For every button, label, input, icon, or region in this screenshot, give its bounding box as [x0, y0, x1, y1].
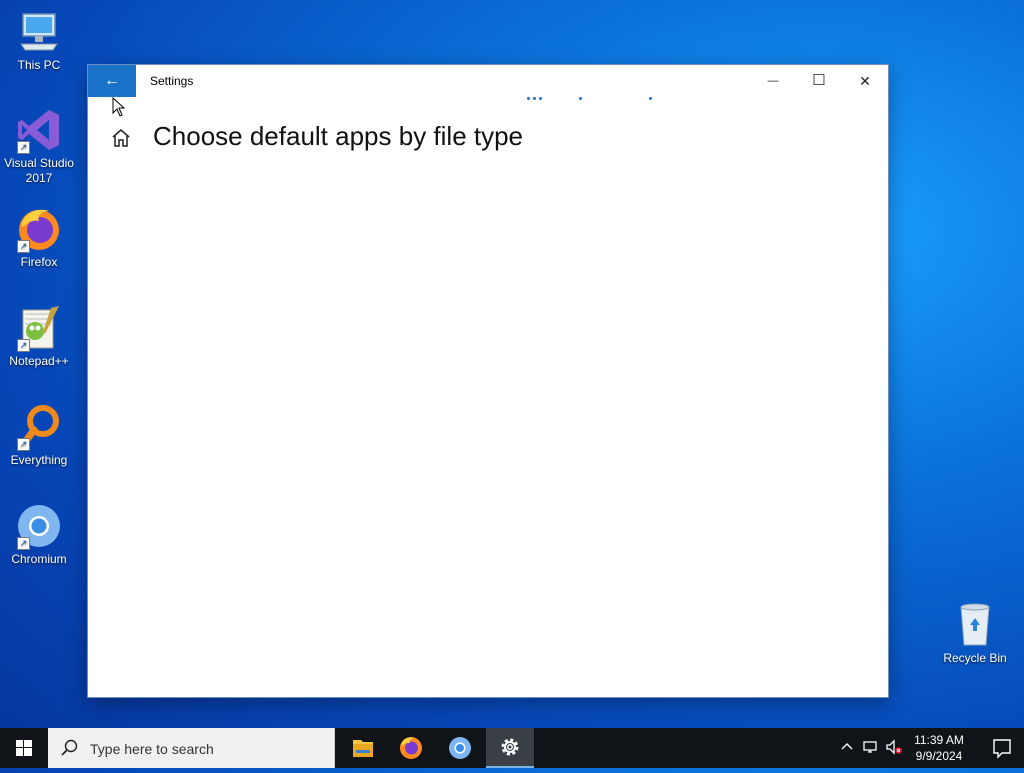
taskbar: 11:39 AM 9/9/2024 — [0, 728, 1024, 768]
taskbar-chromium[interactable] — [436, 728, 484, 768]
desktop-icon-chromium[interactable]: ↗ Chromium — [1, 502, 77, 567]
loading-dot — [539, 97, 542, 100]
desktop-icon-everything[interactable]: ↗ Everything — [1, 403, 77, 468]
desktop-icon-label: Chromium — [11, 552, 67, 566]
settings-window: ← Settings — ☐ ✕ Choose default apps by … — [88, 65, 888, 697]
desktop-icon-label: This PC — [17, 58, 61, 72]
window-title: Settings — [150, 74, 194, 88]
desktop-icon-label: Everything — [10, 453, 68, 467]
desktop-icon-label: Visual Studio 2017 — [4, 156, 74, 185]
desktop-icon-firefox[interactable]: ↗ Firefox — [1, 205, 77, 270]
clock-time: 11:39 AM — [914, 733, 964, 747]
mouse-cursor-icon — [112, 96, 126, 122]
start-button[interactable] — [0, 728, 48, 768]
notification-icon — [993, 739, 1011, 759]
action-center-button[interactable] — [980, 728, 1024, 768]
search-input[interactable] — [88, 738, 322, 760]
home-icon[interactable] — [110, 127, 132, 149]
page-title: Choose default apps by file type — [153, 121, 524, 151]
desktop-icon-label: Recycle Bin — [943, 651, 1007, 665]
search-icon — [61, 739, 78, 756]
minimize-button[interactable]: — — [750, 65, 796, 97]
shortcut-arrow-icon: ↗ — [17, 240, 30, 253]
desktop-icon-label: Firefox — [20, 255, 58, 269]
back-button[interactable]: ← — [88, 65, 136, 97]
visual-studio-icon: ↗ — [15, 106, 63, 154]
chromium-icon: ↗ — [15, 502, 63, 550]
firefox-icon — [400, 737, 422, 759]
shortcut-arrow-icon: ↗ — [17, 339, 30, 352]
chromium-icon — [449, 737, 471, 759]
taskbar-search-box[interactable] — [48, 728, 335, 768]
desktop-icon-this-pc[interactable]: This PC — [1, 8, 77, 73]
maximize-button[interactable]: ☐ — [796, 65, 842, 97]
loading-dot — [527, 97, 530, 100]
notepad-plus-plus-icon: ↗ — [15, 304, 63, 352]
computer-icon — [15, 8, 63, 56]
desktop-icon-visual-studio[interactable]: ↗ Visual Studio 2017 — [1, 106, 77, 186]
gear-icon — [501, 738, 519, 756]
close-button[interactable]: ✕ — [842, 65, 888, 97]
taskbar-firefox[interactable] — [387, 728, 435, 768]
desktop-icon-recycle-bin[interactable]: Recycle Bin — [937, 601, 1013, 666]
shortcut-arrow-icon: ↗ — [17, 141, 30, 154]
show-hidden-icons-chevron-icon[interactable] — [838, 738, 856, 756]
loading-dot — [649, 97, 652, 100]
desktop-icon-label: Notepad++ — [9, 354, 69, 368]
windows-logo-icon — [16, 740, 32, 756]
recycle-bin-icon — [951, 601, 999, 649]
folder-icon — [353, 740, 373, 757]
loading-dot — [579, 97, 582, 100]
taskbar-file-explorer[interactable] — [339, 728, 387, 768]
firefox-icon: ↗ — [15, 205, 63, 253]
taskbar-clock[interactable]: 11:39 AM 9/9/2024 — [905, 732, 973, 764]
everything-search-icon: ↗ — [15, 403, 63, 451]
shortcut-arrow-icon: ↗ — [17, 537, 30, 550]
network-icon[interactable] — [862, 738, 880, 756]
shortcut-arrow-icon: ↗ — [17, 438, 30, 451]
taskbar-settings[interactable] — [486, 728, 534, 768]
title-bar[interactable]: ← Settings — ☐ ✕ — [88, 65, 888, 100]
loading-dot — [533, 97, 536, 100]
clock-date: 9/9/2024 — [915, 749, 963, 763]
volume-muted-icon[interactable] — [885, 738, 903, 756]
desktop-icon-notepad-plus-plus[interactable]: ↗ Notepad++ — [1, 304, 77, 369]
